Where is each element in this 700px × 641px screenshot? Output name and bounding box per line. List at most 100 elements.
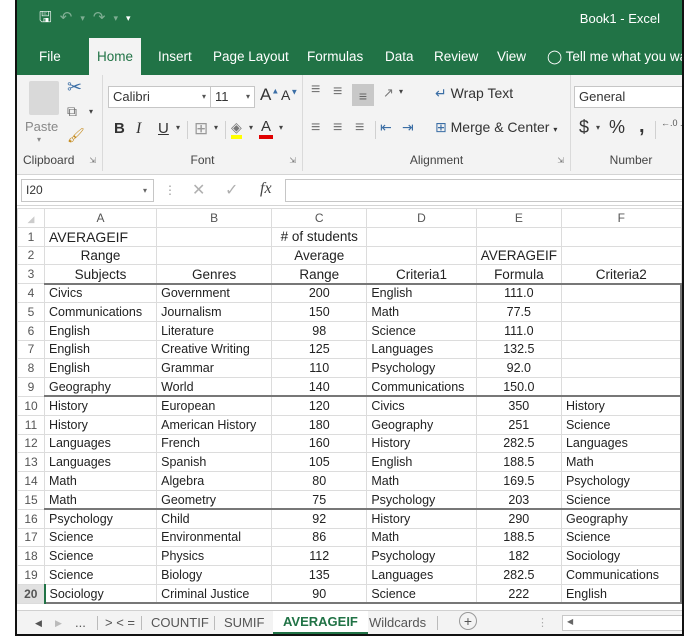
alignment-launcher-icon[interactable]: ⇲ <box>557 156 564 165</box>
cell-a2[interactable]: Range <box>43 245 158 266</box>
cell-f9[interactable] <box>560 377 682 397</box>
font-size-combo[interactable]: 11 ▾ <box>210 86 255 108</box>
tab-file[interactable]: File <box>39 38 61 75</box>
tell-me-box[interactable]: ◯ Tell me what you wa <box>547 38 682 75</box>
cell-d16[interactable]: History <box>366 508 477 529</box>
clipboard-launcher-icon[interactable]: ⇲ <box>89 156 96 165</box>
row-header[interactable]: 6 <box>17 320 45 341</box>
cell-e19[interactable]: 282.5 <box>475 565 562 585</box>
cell-c19[interactable]: 135 <box>271 565 368 585</box>
cell-c7[interactable]: 125 <box>271 339 368 360</box>
cell-e8[interactable]: 92.0 <box>475 358 562 379</box>
align-center-icon[interactable]: ≡ <box>333 119 342 137</box>
cut-icon[interactable]: ✂ <box>67 77 82 98</box>
percent-button[interactable]: % <box>609 117 625 138</box>
sheet-tab-sumif[interactable]: SUMIF <box>224 613 264 633</box>
increase-font-size-icon[interactable]: A▲ <box>260 85 279 105</box>
row-header[interactable]: 1 <box>17 226 45 247</box>
cell-d7[interactable]: Languages <box>366 339 477 360</box>
cell-b8[interactable]: Grammar <box>156 358 273 379</box>
cell-e1[interactable] <box>475 226 562 247</box>
orientation-icon[interactable]: ↗ <box>383 85 394 101</box>
redo-icon[interactable]: ↷ <box>93 8 106 28</box>
cell-f18[interactable]: Sociology <box>560 546 682 567</box>
cell-e16[interactable]: 290 <box>475 508 562 529</box>
column-header-b[interactable]: B <box>156 208 273 228</box>
cell-f13[interactable]: Math <box>560 452 682 473</box>
cell-e5[interactable]: 77.5 <box>475 301 562 322</box>
cell-e15[interactable]: 203 <box>475 489 562 510</box>
currency-dropdown-icon[interactable]: ▾ <box>596 123 600 132</box>
cell-e7[interactable]: 132.5 <box>475 339 562 360</box>
more-sheets-ellipsis[interactable]: ... <box>75 613 86 633</box>
sheet-tab-countif[interactable]: COUNTIF <box>151 613 209 633</box>
tab-page-layout[interactable]: Page Layout <box>213 38 289 75</box>
cell-d17[interactable]: Math <box>366 527 477 548</box>
underline-button[interactable]: U <box>158 120 169 137</box>
cell-d4[interactable]: English <box>366 282 477 303</box>
copy-dropdown-icon[interactable]: ▾ <box>89 107 93 116</box>
column-header-a[interactable]: A <box>43 208 158 228</box>
cancel-icon[interactable]: ✕ <box>192 180 205 200</box>
cell-a20[interactable]: Sociology <box>43 583 158 605</box>
undo-dropdown-icon[interactable]: ▾ <box>80 13 85 24</box>
increase-indent-icon[interactable]: ⇥ <box>402 119 414 136</box>
cell-a7[interactable]: English <box>43 339 158 360</box>
font-launcher-icon[interactable]: ⇲ <box>289 156 296 165</box>
column-header-f[interactable]: F <box>560 208 682 228</box>
align-left-icon[interactable]: ≡ <box>311 119 320 137</box>
horizontal-scrollbar[interactable]: ◀ <box>562 615 682 631</box>
cell-e2[interactable]: AVERAGEIF <box>475 245 562 266</box>
cell-a14[interactable]: Math <box>43 471 158 491</box>
row-header[interactable]: 9 <box>17 377 45 397</box>
cell-f14[interactable]: Psychology <box>560 471 682 491</box>
cell-b5[interactable]: Journalism <box>156 301 273 322</box>
cell-d12[interactable]: History <box>366 433 477 454</box>
cell-b12[interactable]: French <box>156 433 273 454</box>
cell-e13[interactable]: 188.5 <box>475 452 562 473</box>
cell-c12[interactable]: 160 <box>271 433 368 454</box>
row-header[interactable]: 8 <box>17 358 45 379</box>
cell-f11[interactable]: Science <box>560 414 682 435</box>
font-name-combo[interactable]: Calibri ▾ <box>108 86 211 108</box>
cell-f5[interactable] <box>560 301 682 322</box>
tab-review[interactable]: Review <box>434 38 478 75</box>
cell-c8[interactable]: 110 <box>271 358 368 379</box>
sheet-tab-averageif[interactable]: AVERAGEIF <box>273 611 368 634</box>
increase-decimal-button[interactable]: ←.0 .00 <box>661 119 682 128</box>
cell-c5[interactable]: 150 <box>271 301 368 322</box>
cell-d3[interactable]: Criteria1 <box>366 264 477 285</box>
cell-c18[interactable]: 112 <box>271 546 368 567</box>
sheet-tab-wildcards[interactable]: Wildcards <box>369 613 426 633</box>
row-header[interactable]: 19 <box>17 565 45 585</box>
paste-button[interactable]: Paste <box>25 119 58 134</box>
cell-b19[interactable]: Biology <box>156 565 273 585</box>
cell-a12[interactable]: Languages <box>43 433 158 454</box>
cell-b9[interactable]: World <box>156 377 273 397</box>
insert-function-button[interactable]: fx <box>260 180 272 198</box>
cell-f2[interactable] <box>560 245 682 266</box>
cell-b4[interactable]: Government <box>156 282 273 303</box>
cell-d2[interactable] <box>366 245 477 266</box>
cell-e9[interactable]: 150.0 <box>475 377 562 397</box>
undo-icon[interactable]: ↶ <box>60 8 73 28</box>
cell-b10[interactable]: European <box>156 395 273 416</box>
cell-e14[interactable]: 169.5 <box>475 471 562 491</box>
cell-d19[interactable]: Languages <box>366 565 477 585</box>
cell-b11[interactable]: American History <box>156 414 273 435</box>
cell-a3[interactable]: Subjects <box>43 264 158 285</box>
cell-f8[interactable] <box>560 358 682 379</box>
row-header[interactable]: 5 <box>17 301 45 322</box>
cell-a4[interactable]: Civics <box>43 282 158 303</box>
wrap-text-button[interactable]: ↵ Wrap Text <box>435 85 513 102</box>
tab-view[interactable]: View <box>497 38 526 75</box>
sheet-tab-comparison[interactable]: > < = <box>105 613 135 633</box>
cell-b7[interactable]: Creative Writing <box>156 339 273 360</box>
row-header[interactable]: 7 <box>17 339 45 360</box>
paste-icon[interactable] <box>29 81 59 115</box>
cell-b17[interactable]: Environmental <box>156 527 273 548</box>
row-header[interactable]: 17 <box>17 527 45 548</box>
row-header[interactable]: 16 <box>17 508 45 529</box>
top-align-icon[interactable]: ≡ <box>311 81 320 99</box>
cell-b2[interactable] <box>156 245 273 266</box>
